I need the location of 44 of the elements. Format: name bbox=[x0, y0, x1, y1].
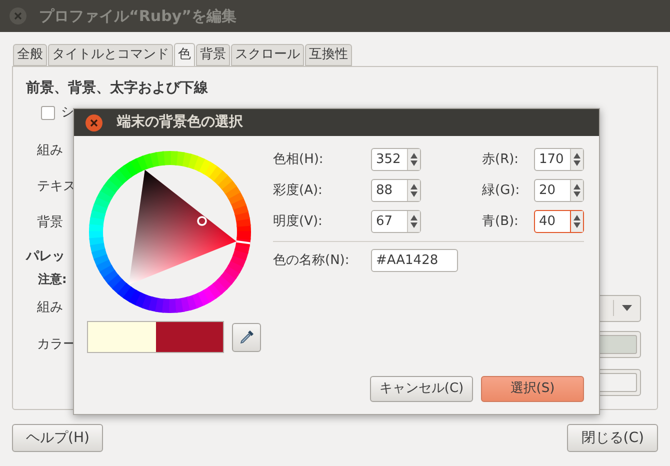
palette-heading: パレッ bbox=[26, 248, 65, 266]
field-label: 色相(H): bbox=[273, 150, 324, 169]
field-label: 明度(V): bbox=[273, 212, 324, 231]
spin-arrows-icon[interactable] bbox=[573, 152, 581, 167]
dialog-button[interactable]: ヘルプ(H) bbox=[12, 424, 104, 452]
spin-arrows-icon[interactable] bbox=[573, 183, 581, 198]
field-label: 赤(R): bbox=[482, 150, 520, 169]
checkbox-label: シ bbox=[61, 104, 74, 122]
tab[interactable]: 互換性 bbox=[305, 44, 352, 66]
checkbox[interactable] bbox=[41, 106, 55, 120]
dialog-button[interactable]: キャンセル(C) bbox=[370, 376, 473, 402]
field-label: 緑(G): bbox=[482, 182, 521, 200]
spin-field[interactable]: 352 bbox=[371, 148, 421, 171]
eyedropper-button[interactable] bbox=[232, 322, 261, 352]
field-label: 組み bbox=[37, 299, 63, 318]
note-label: 注意: bbox=[38, 270, 67, 288]
tab[interactable]: スクロール bbox=[231, 44, 304, 66]
spin-arrows-icon[interactable] bbox=[410, 214, 418, 229]
window-title: プロファイル“Ruby”を編集 bbox=[39, 6, 236, 27]
spin-field[interactable]: 170 bbox=[534, 148, 584, 171]
tab[interactable]: タイトルとコマンド bbox=[48, 44, 173, 66]
spin-arrows-icon[interactable] bbox=[410, 183, 418, 198]
dialog-title: 端末の背景色の選択 bbox=[117, 113, 243, 132]
spin-field[interactable]: 20 bbox=[534, 179, 584, 202]
tab[interactable]: 背景 bbox=[196, 44, 230, 66]
spin-field[interactable]: 88 bbox=[371, 179, 421, 202]
spin-arrows-icon[interactable] bbox=[573, 214, 581, 229]
spin-field[interactable]: 40 bbox=[534, 210, 584, 233]
color-name-field[interactable]: #AA1428 bbox=[371, 249, 458, 272]
dropdown-arrow-icon[interactable] bbox=[622, 305, 632, 311]
section-heading: 前景、背景、太字および下線 bbox=[26, 78, 209, 98]
dialog-button[interactable]: 閉じる(C) bbox=[567, 424, 658, 452]
spin-arrows-icon[interactable] bbox=[410, 152, 418, 167]
field-label: 青(B): bbox=[482, 212, 520, 231]
field-label: 色の名称(N): bbox=[273, 252, 350, 270]
field-label: 彩度(A): bbox=[273, 182, 324, 200]
close-icon[interactable] bbox=[85, 114, 103, 132]
spin-field[interactable]: 67 bbox=[371, 210, 421, 233]
field-label: 組み bbox=[37, 142, 63, 160]
tab[interactable]: 全般 bbox=[13, 44, 47, 66]
field-label: 背景 bbox=[37, 214, 63, 232]
eyedropper-icon bbox=[238, 329, 254, 345]
tab[interactable]: 色 bbox=[174, 43, 195, 67]
dialog-button[interactable]: 選択(S) bbox=[481, 376, 584, 402]
